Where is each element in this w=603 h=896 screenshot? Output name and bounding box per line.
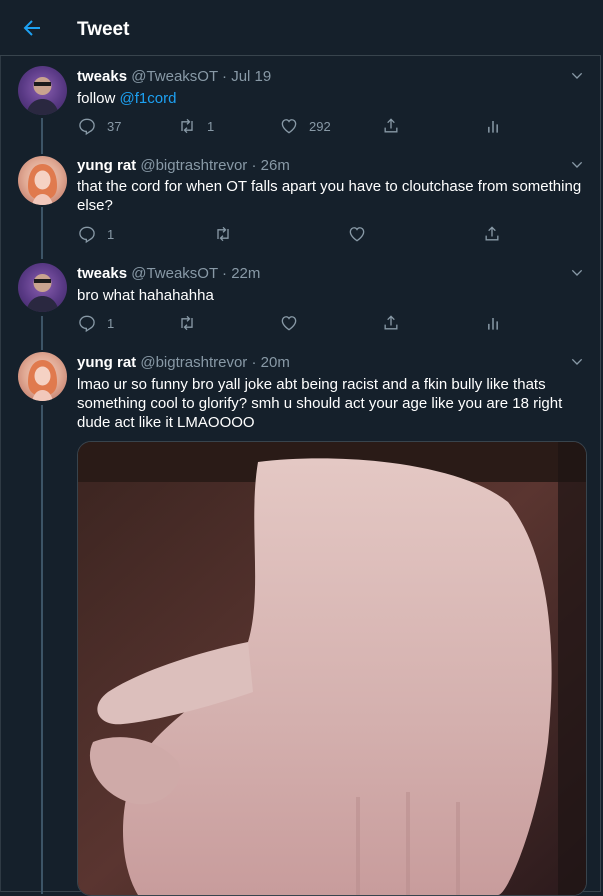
chevron-down-icon[interactable] — [569, 157, 585, 173]
display-name[interactable]: yung rat — [77, 157, 136, 174]
tweet-text-line: lmao ur so funny bro yall joke abt being… — [77, 376, 546, 393]
retweet-button[interactable]: 1 — [177, 116, 214, 136]
thread-line — [41, 405, 43, 894]
tweet-text: bro what hahahahha — [77, 287, 214, 304]
tweet-header: tweaks @TweaksOT · 22m — [77, 265, 260, 282]
reply-count: 1 — [107, 315, 115, 331]
chevron-down-icon[interactable] — [569, 68, 585, 84]
tweet-text: follow @f1cord — [77, 89, 587, 108]
tweet-header: yung rat @bigtrashtrevor · 26m — [77, 157, 290, 174]
like-count: 292 — [309, 118, 331, 134]
avatar[interactable] — [18, 352, 67, 401]
separator-dot: · — [222, 68, 228, 85]
display-name[interactable]: tweaks — [77, 265, 127, 282]
tweet-text-line: something cool to glorify? smh u should … — [77, 395, 563, 412]
retweet-button[interactable] — [213, 224, 233, 244]
chevron-down-icon[interactable] — [569, 354, 585, 370]
retweet-count: 1 — [207, 118, 215, 134]
thread-line — [41, 207, 43, 259]
hand-photo — [78, 442, 586, 895]
tweet-header: yung rat @bigtrashtrevor · 20m — [77, 354, 290, 371]
like-button[interactable] — [279, 313, 299, 333]
user-handle[interactable]: @bigtrashtrevor — [140, 157, 247, 174]
reply-count: 37 — [107, 118, 122, 134]
user-handle[interactable]: @TweaksOT — [131, 68, 218, 85]
avatar-image — [26, 77, 59, 115]
timestamp[interactable]: 22m — [231, 265, 260, 282]
chevron-down-icon[interactable] — [569, 265, 585, 281]
timestamp[interactable]: 20m — [261, 354, 290, 371]
tweet-text-prefix: follow — [77, 90, 120, 107]
tweet-text-line: else? — [77, 197, 113, 214]
share-button[interactable] — [381, 116, 401, 136]
back-button[interactable] — [20, 16, 48, 40]
reply-icon — [79, 315, 95, 333]
avatar[interactable] — [18, 66, 67, 115]
timestamp[interactable]: Jul 19 — [231, 68, 271, 85]
analytics-button[interactable] — [483, 313, 503, 333]
tweet-header: tweaks @TweaksOT · Jul 19 — [77, 68, 271, 85]
tweet-text: that the cord for when OT falls apart yo… — [77, 177, 587, 215]
like-button[interactable]: 292 — [279, 116, 331, 136]
tweet-actions: 37 1 292 — [77, 116, 587, 138]
thread-line — [41, 316, 43, 350]
page-title: Tweet — [77, 19, 130, 40]
tweet-text-line: dude act like it LMAOOOO — [77, 414, 255, 431]
heart-icon — [281, 119, 297, 134]
retweet-icon — [181, 118, 193, 134]
tweet-text: lmao ur so funny bro yall joke abt being… — [77, 375, 587, 432]
reply-button[interactable]: 1 — [77, 313, 114, 333]
analytics-icon — [488, 121, 498, 133]
timestamp[interactable]: 26m — [261, 157, 290, 174]
avatar-image — [28, 164, 57, 205]
share-icon — [485, 226, 499, 241]
reply-icon — [79, 118, 95, 136]
analytics-button[interactable] — [483, 116, 503, 136]
arrow-left-icon — [23, 20, 40, 36]
display-name[interactable]: yung rat — [77, 354, 136, 371]
share-icon — [384, 315, 398, 330]
separator-dot: · — [251, 157, 257, 174]
heart-icon — [349, 227, 365, 242]
retweet-button[interactable] — [177, 313, 197, 333]
share-button[interactable] — [482, 224, 502, 244]
user-handle[interactable]: @bigtrashtrevor — [140, 354, 247, 371]
share-icon — [384, 118, 398, 133]
avatar-image — [28, 360, 57, 401]
avatar[interactable] — [18, 263, 67, 312]
tweet-text-line: that the cord for when OT falls apart yo… — [77, 178, 582, 195]
display-name[interactable]: tweaks — [77, 68, 127, 85]
reply-button[interactable]: 1 — [77, 224, 114, 244]
header: Tweet — [0, 0, 601, 56]
tweet-media-image[interactable] — [77, 441, 587, 896]
reply-button[interactable]: 37 — [77, 116, 121, 136]
share-button[interactable] — [381, 313, 401, 333]
reply-count: 1 — [107, 226, 115, 242]
reply-icon — [79, 226, 95, 244]
avatar[interactable] — [18, 156, 67, 205]
tweet-actions: 1 — [77, 313, 587, 335]
heart-icon — [281, 316, 297, 331]
retweet-icon — [181, 315, 193, 331]
avatar-image — [26, 274, 59, 312]
thread-line — [41, 118, 43, 154]
separator-dot: · — [251, 354, 257, 371]
tweet-actions: 1 — [77, 224, 587, 246]
analytics-icon — [488, 318, 498, 330]
mention-link[interactable]: @f1cord — [120, 90, 177, 107]
like-button[interactable] — [347, 224, 367, 244]
separator-dot: · — [222, 265, 228, 282]
user-handle[interactable]: @TweaksOT — [131, 265, 218, 282]
retweet-icon — [217, 226, 229, 242]
